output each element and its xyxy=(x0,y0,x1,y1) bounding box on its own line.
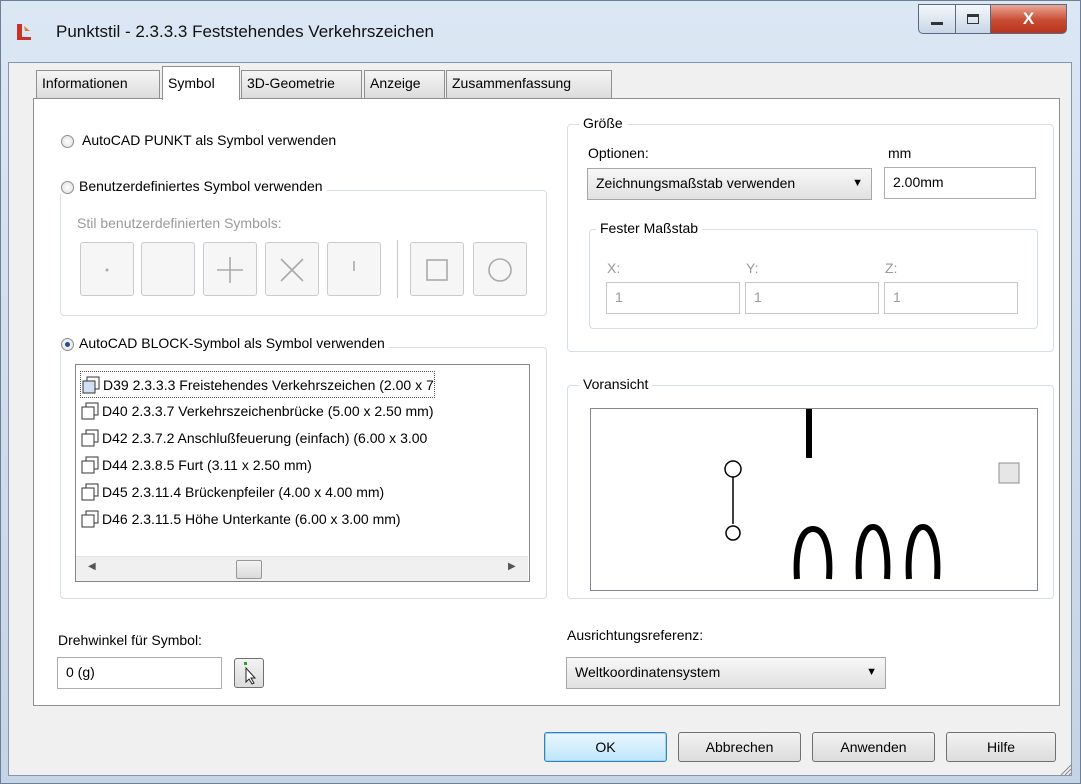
help-button[interactable]: Hilfe xyxy=(946,732,1056,762)
tab-informationen[interactable]: Informationen xyxy=(36,70,160,98)
cross-icon xyxy=(280,258,304,282)
apply-button[interactable]: Anwenden xyxy=(812,732,935,762)
minimize-button[interactable] xyxy=(918,4,956,34)
z-label: Z: xyxy=(885,260,898,276)
cancel-button[interactable]: Abbrechen xyxy=(678,732,801,762)
circle-icon xyxy=(488,258,512,282)
z-scale-input[interactable]: 1 xyxy=(884,282,1018,314)
options-label: Optionen: xyxy=(588,145,649,161)
maximize-icon xyxy=(967,14,979,24)
horizontal-scrollbar[interactable]: ◀ ▶ xyxy=(76,556,528,581)
symbol-square-button[interactable] xyxy=(410,242,464,296)
maximize-button[interactable] xyxy=(955,4,991,34)
list-item[interactable]: D45 2.3.11.4 Brückenpfeiler (4.00 x 4.00… xyxy=(80,479,384,504)
tab-zusammenfassung[interactable]: Zusammenfassung xyxy=(446,70,612,98)
orientation-dropdown-value: Weltkoordinatensystem xyxy=(575,664,721,680)
radio-autocad-point[interactable] xyxy=(61,135,74,148)
symbol-divider xyxy=(397,240,398,298)
options-dropdown[interactable]: Zeichnungsmaßstab verwenden ▼ xyxy=(587,168,872,200)
tab-anzeige[interactable]: Anzeige xyxy=(364,70,445,98)
scroll-right-icon[interactable]: ▶ xyxy=(508,561,516,572)
symbol-tick-button[interactable] xyxy=(327,242,381,296)
custom-symbol-group-header: Benutzerdefiniertes Symbol verwenden xyxy=(56,178,327,194)
list-item-label: D40 2.3.3.7 Verkehrszeichenbrücke (5.00 … xyxy=(102,402,434,419)
orientation-dropdown[interactable]: Weltkoordinatensystem ▼ xyxy=(566,657,886,689)
fixed-scale-group xyxy=(589,229,1038,329)
custom-style-label: Stil benutzerdefinierten Symbols: xyxy=(77,215,282,231)
tab-3d-geometrie[interactable]: 3D-Geometrie xyxy=(241,70,362,98)
symbol-none-button[interactable] xyxy=(141,242,195,296)
minimize-icon xyxy=(931,21,943,25)
radio-custom-symbol-label: Benutzerdefiniertes Symbol verwenden xyxy=(79,178,323,194)
dot-icon xyxy=(105,268,109,272)
options-dropdown-value: Zeichnungsmaßstab verwenden xyxy=(596,175,796,191)
chevron-down-icon: ▼ xyxy=(852,177,863,189)
radio-autocad-point-label: AutoCAD PUNKT als Symbol verwenden xyxy=(82,132,337,148)
block-symbol-group-header: AutoCAD BLOCK-Symbol als Symbol verwende… xyxy=(56,335,389,351)
symbol-dot-button[interactable] xyxy=(80,242,134,296)
block-icon xyxy=(81,456,99,473)
tick-icon xyxy=(353,261,355,271)
list-item[interactable]: D39 2.3.3.3 Freistehendes Verkehrszeiche… xyxy=(80,371,435,398)
chevron-down-icon: ▼ xyxy=(866,666,877,678)
fixed-scale-label: Fester Maßstab xyxy=(596,220,703,236)
list-item[interactable]: D42 2.3.7.2 Anschlußfeuerung (einfach) (… xyxy=(80,425,427,450)
close-button[interactable]: X xyxy=(990,4,1067,34)
list-item[interactable]: D46 2.3.11.5 Höhe Unterkante (6.00 x 3.0… xyxy=(80,506,401,531)
app-icon xyxy=(17,24,31,40)
tab-symbol[interactable]: Symbol xyxy=(162,66,240,100)
block-icon xyxy=(81,429,99,446)
block-icon xyxy=(81,510,99,527)
block-list[interactable]: D39 2.3.3.3 Freistehendes Verkehrszeiche… xyxy=(75,364,530,582)
y-scale-input[interactable]: 1 xyxy=(745,282,879,314)
window-title: Punktstil - 2.3.3.3 Feststehendes Verkeh… xyxy=(56,22,434,41)
pick-cursor-icon xyxy=(244,662,257,685)
list-item-label: D42 2.3.7.2 Anschlußfeuerung (einfach) (… xyxy=(102,429,428,446)
symbol-cross-button[interactable] xyxy=(265,242,319,296)
block-icon xyxy=(81,402,99,419)
x-scale-input[interactable]: 1 xyxy=(606,282,740,314)
square-icon xyxy=(426,259,448,281)
symbol-circle-button[interactable] xyxy=(473,242,527,296)
block-icon xyxy=(81,483,99,500)
scroll-left-icon[interactable]: ◀ xyxy=(88,561,96,572)
list-item[interactable]: D44 2.3.8.5 Furt (3.11 x 2.50 mm) xyxy=(80,452,312,477)
unit-label: mm xyxy=(888,145,912,161)
preview-drawing xyxy=(724,409,1020,580)
orientation-label: Ausrichtungsreferenz: xyxy=(567,627,704,643)
radio-block-symbol-label: AutoCAD BLOCK-Symbol als Symbol verwende… xyxy=(79,335,385,351)
preview-label: Voransicht xyxy=(579,376,653,392)
x-label: X: xyxy=(607,260,621,276)
list-item-label: D44 2.3.8.5 Furt (3.11 x 2.50 mm) xyxy=(102,456,312,473)
rotation-label: Drehwinkel für Symbol: xyxy=(58,632,202,648)
radio-custom-symbol[interactable] xyxy=(61,181,74,194)
list-item[interactable]: D40 2.3.3.7 Verkehrszeichenbrücke (5.00 … xyxy=(80,398,434,423)
symbol-plus-button[interactable] xyxy=(203,242,257,296)
list-item-label: D45 2.3.11.4 Brückenpfeiler (4.00 x 4.00… xyxy=(102,483,385,500)
size-group-label: Größe xyxy=(579,115,627,131)
plus-icon xyxy=(217,257,243,283)
pick-angle-button[interactable] xyxy=(234,658,264,688)
size-input[interactable]: 2.00mm xyxy=(884,167,1036,199)
list-item-label: D39 2.3.3.3 Freistehendes Verkehrszeiche… xyxy=(103,376,434,393)
scroll-thumb[interactable] xyxy=(236,560,262,579)
rotation-input[interactable]: 0 (g) xyxy=(57,657,222,689)
y-label: Y: xyxy=(746,260,759,276)
close-icon: X xyxy=(1022,9,1035,28)
radio-block-symbol[interactable] xyxy=(61,338,74,351)
ok-button[interactable]: OK xyxy=(544,732,667,762)
resize-grip-icon[interactable] xyxy=(1058,762,1072,776)
preview-canvas xyxy=(590,408,1038,591)
list-item-label: D46 2.3.11.5 Höhe Unterkante (6.00 x 3.0… xyxy=(102,510,401,527)
title-bar[interactable]: Punktstil - 2.3.3.3 Feststehendes Verkeh… xyxy=(0,0,1081,62)
block-icon xyxy=(82,376,100,393)
